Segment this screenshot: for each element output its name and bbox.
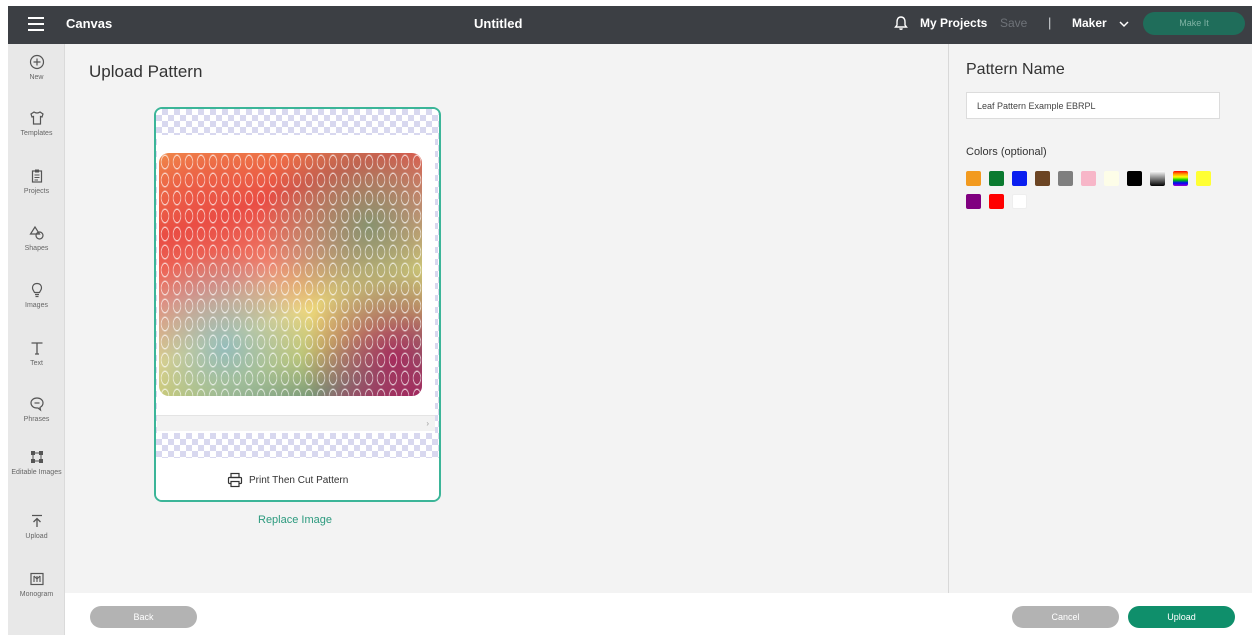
menu-icon[interactable] (28, 17, 44, 31)
left-sidebar: New Templates Projects Shapes Images Tex… (8, 44, 65, 635)
sidebar-item-monogram[interactable]: Monogram (8, 571, 65, 599)
plus-circle-icon (29, 54, 44, 70)
leaf-pattern-picture (159, 153, 422, 396)
bottom-action-bar: Back Cancel Upload (65, 593, 1252, 635)
page-title: Upload Pattern (89, 62, 203, 81)
swatch-cream[interactable] (1104, 171, 1119, 186)
sidebar-item-label: Monogram (19, 591, 54, 598)
editable-images-icon (30, 451, 43, 463)
swatch-black-gradient[interactable] (1150, 171, 1165, 186)
sidebar-item-text[interactable]: Text (8, 340, 65, 368)
sidebar-item-new[interactable]: New (8, 54, 65, 82)
sidebar-item-label: Phrases (23, 416, 50, 423)
sidebar-item-images[interactable]: Images (8, 282, 65, 310)
swatch-pink[interactable] (1081, 171, 1096, 186)
sidebar-item-label: Shapes (24, 245, 49, 252)
sidebar-item-label: Projects (23, 188, 50, 195)
save-button[interactable]: Save (1000, 16, 1027, 30)
monogram-icon (29, 572, 44, 586)
my-projects-link[interactable]: My Projects (920, 16, 987, 30)
swatch-black[interactable] (1127, 171, 1142, 186)
swatch-green[interactable] (989, 171, 1004, 186)
card-footer: Print Then Cut Pattern (156, 458, 439, 500)
make-it-button[interactable]: Make It (1143, 12, 1245, 35)
swatch-blue[interactable] (1012, 171, 1027, 186)
swatch-yellow[interactable] (1196, 171, 1211, 186)
sidebar-item-label: Text (30, 360, 43, 367)
replace-image-link[interactable]: Replace Image (258, 514, 332, 526)
sidebar-item-upload[interactable]: Upload (8, 513, 65, 541)
swatch-white[interactable] (1012, 194, 1027, 209)
sidebar-item-phrases[interactable]: Phrases (8, 396, 65, 424)
pattern-name-title: Pattern Name (966, 61, 1065, 78)
sidebar-item-label: New (29, 74, 44, 81)
clipboard-icon (31, 169, 42, 183)
sidebar-item-label: Templates (20, 130, 53, 137)
printer-icon (227, 472, 243, 488)
colors-label: Colors (optional) (966, 146, 1047, 158)
swatch-gray[interactable] (1058, 171, 1073, 186)
sidebar-item-templates[interactable]: Templates (8, 110, 65, 138)
scroll-right-icon[interactable]: › (426, 419, 429, 428)
sidebar-item-label: Images (25, 302, 48, 309)
shirt-icon (29, 111, 44, 125)
sidebar-item-label: Upload (25, 533, 48, 540)
sidebar-item-shapes[interactable]: Shapes (8, 225, 65, 253)
pattern-name-input[interactable] (966, 92, 1220, 119)
swatch-brown[interactable] (1035, 171, 1050, 186)
sidebar-item-label: Editable Images (11, 469, 62, 476)
chevron-down-icon[interactable] (1119, 19, 1129, 29)
bell-icon[interactable] (893, 15, 909, 31)
lightbulb-icon (31, 282, 42, 298)
cancel-button[interactable]: Cancel (1012, 606, 1119, 628)
machine-selector[interactable]: Maker (1072, 16, 1107, 30)
swatch-rainbow[interactable] (1173, 171, 1188, 186)
shapes-icon (28, 225, 44, 240)
document-title: Untitled (474, 16, 523, 31)
swatch-purple[interactable] (966, 194, 981, 209)
print-then-cut-label: Print Then Cut Pattern (249, 475, 349, 486)
sidebar-item-projects[interactable]: Projects (8, 168, 65, 196)
speech-bubble-icon (29, 397, 44, 412)
pattern-details-panel: Pattern Name Colors (optional) (948, 44, 1252, 593)
text-icon (31, 342, 42, 355)
top-bar: Canvas Untitled My Projects Save | Maker… (8, 6, 1252, 44)
pattern-image (157, 135, 435, 433)
swatch-red[interactable] (989, 194, 1004, 209)
image-scrollbar[interactable]: › (157, 415, 435, 431)
sidebar-item-editable-images[interactable]: Editable Images (8, 449, 65, 477)
upload-button[interactable]: Upload (1128, 606, 1235, 628)
topbar-separator: | (1048, 15, 1052, 30)
back-button[interactable]: Back (90, 606, 197, 628)
upload-icon (31, 514, 42, 527)
pattern-preview-card: › Print Then Cut Pattern (154, 107, 441, 502)
app-name: Canvas (66, 16, 113, 31)
app-window: Canvas Untitled My Projects Save | Maker… (8, 6, 1252, 635)
swatch-orange[interactable] (966, 171, 981, 186)
